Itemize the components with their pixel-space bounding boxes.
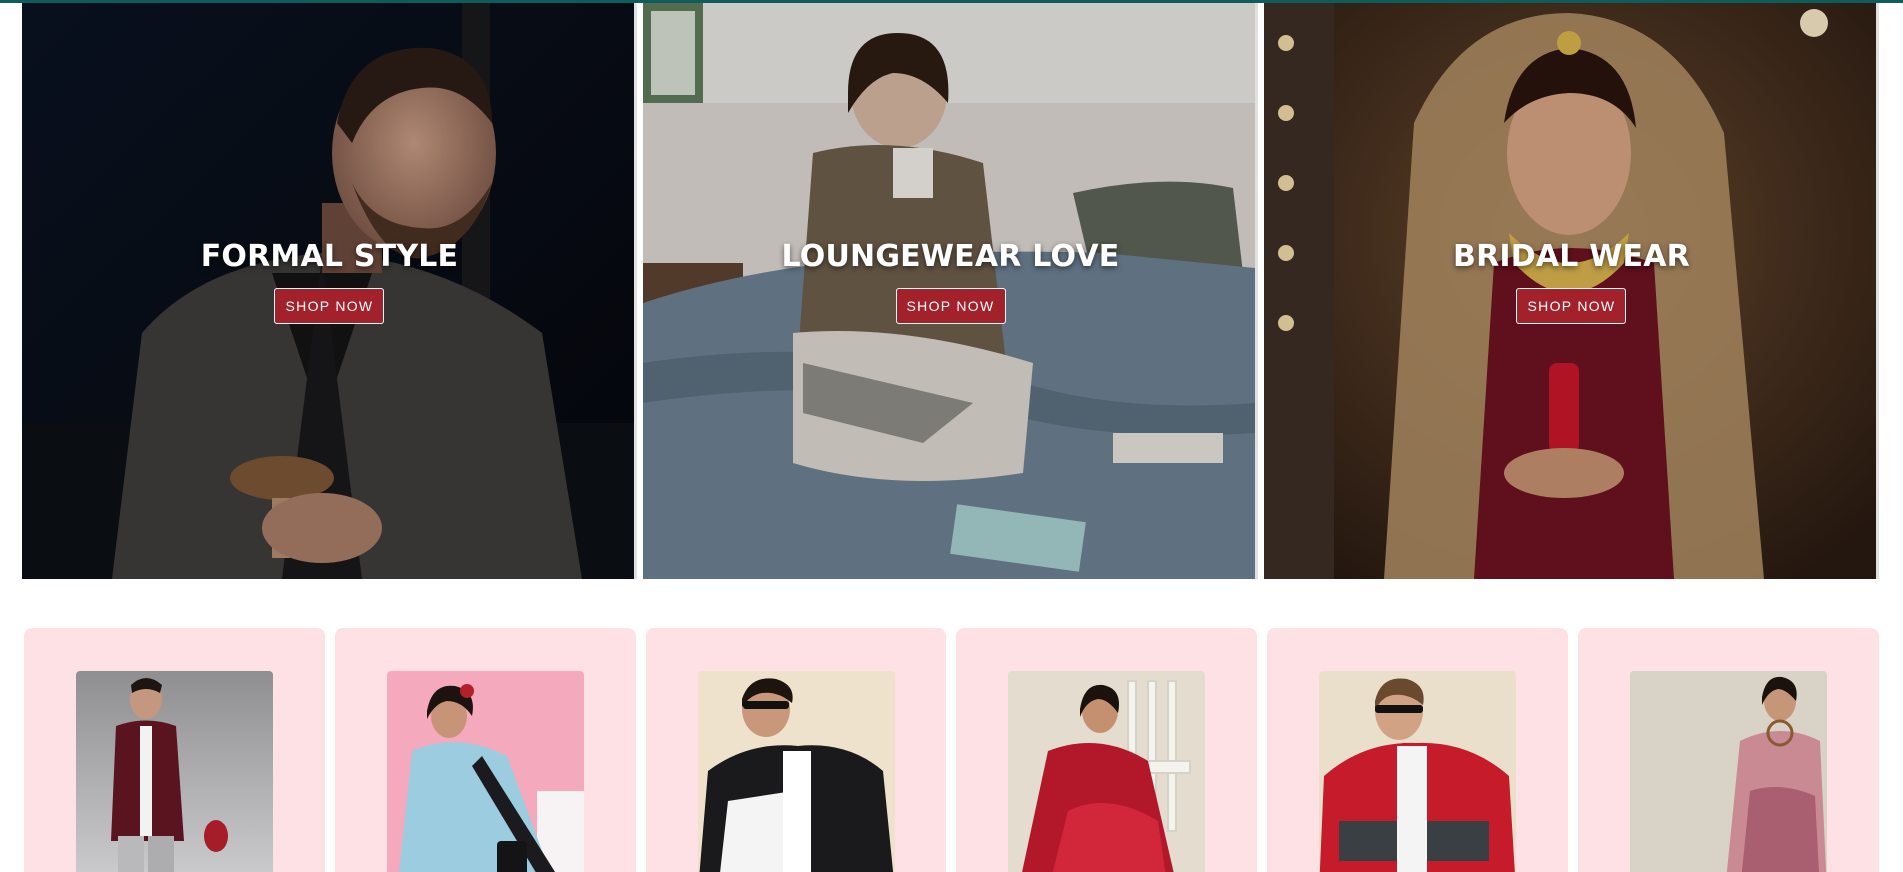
hero-content: BRIDAL WEAR SHOP NOW <box>1453 239 1690 324</box>
hero-title: FORMAL STYLE <box>200 239 459 274</box>
hero-card-bridal-wear[interactable]: BRIDAL WEAR SHOP NOW <box>1264 3 1879 579</box>
hero-title: BRIDAL WEAR <box>1453 239 1690 274</box>
hero-content: LOUNGEWEAR LOVE SHOP NOW <box>782 239 1120 324</box>
man-red-jacket-photo[interactable] <box>1319 671 1517 872</box>
product-card[interactable] <box>24 628 325 872</box>
product-card[interactable] <box>645 628 947 872</box>
hero-card-loungewear-love[interactable]: LOUNGEWEAR LOVE SHOP NOW <box>643 3 1258 579</box>
woman-pink-dress-photo[interactable] <box>1630 671 1828 872</box>
product-card[interactable] <box>334 628 636 872</box>
hero-card-formal-style[interactable]: FORMAL STYLE SHOP NOW <box>22 3 637 579</box>
shop-now-button[interactable]: SHOP NOW <box>274 288 385 324</box>
man-puffer-jacket-photo[interactable] <box>697 671 895 872</box>
woman-red-saree-photo[interactable] <box>1008 671 1206 872</box>
man-maroon-shirt-photo[interactable] <box>75 671 273 872</box>
product-card[interactable] <box>956 628 1258 872</box>
product-card[interactable] <box>1578 628 1879 872</box>
product-card-row <box>24 628 1879 872</box>
hero-content: FORMAL STYLE SHOP NOW <box>201 239 459 324</box>
hero-title: LOUNGEWEAR LOVE <box>781 239 1120 274</box>
shop-now-button[interactable]: SHOP NOW <box>1516 288 1627 324</box>
woman-blue-saree-photo[interactable] <box>386 671 584 872</box>
product-card[interactable] <box>1267 628 1569 872</box>
category-hero-row: FORMAL STYLE SHOP NOW LOUNGEWEAR LOVE SH… <box>22 3 1879 579</box>
shop-now-button[interactable]: SHOP NOW <box>895 288 1006 324</box>
